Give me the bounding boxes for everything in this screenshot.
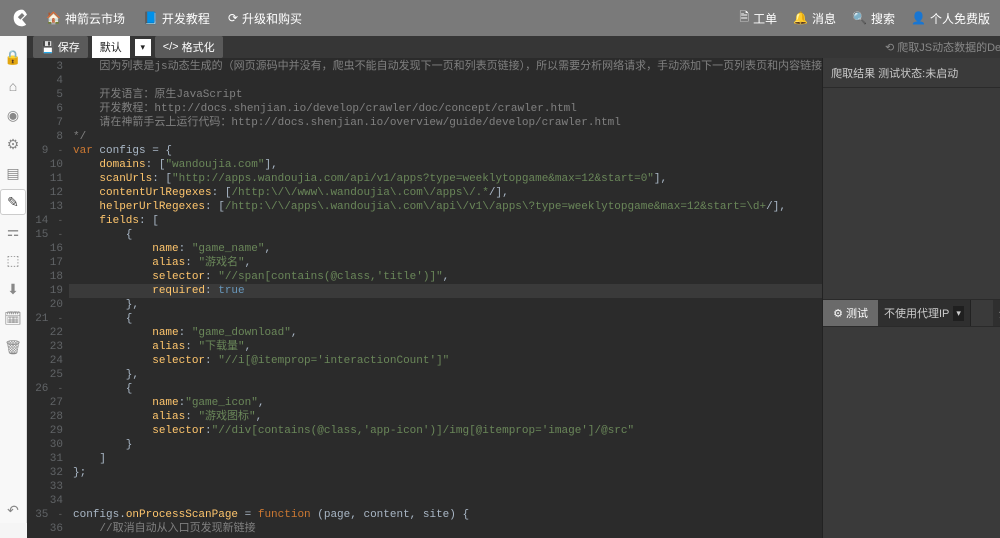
result-body: [823, 88, 1000, 299]
sidebar-edit-icon[interactable]: ✎: [0, 189, 26, 215]
top-nav: 🏠 神箭云市场 📘 开发教程 ⟳ 升级和购买: [46, 10, 739, 27]
right-panel: 爬取结果 测试状态: 未启动 ✿ 清空结果 ⚙ 测试 不使用代理IP▾ 全部▾ …: [822, 58, 1000, 538]
sidebar-dashboard-icon[interactable]: ◉: [0, 102, 26, 128]
line-gutter: 3456789 -1011121314 -15 -161718192021 -2…: [27, 58, 69, 538]
sidebar-delete-icon[interactable]: 🗑: [0, 334, 26, 360]
editor-toolbar: 💾 保存 默认 ▾ </> 格式化 ⟲ 爬取JS动态数据的Demo-豌豆荚排行榜: [27, 36, 1000, 58]
nav-workorder[interactable]: 🗎 工单: [739, 8, 777, 29]
left-sidebar: 🔒 ⌂ ◉ ⚙ ▤ ✎ ⚎ ⬚ ⬇ 🗓 🗑 ↶: [0, 36, 27, 523]
test-body: [823, 327, 1000, 538]
test-status-value: 未启动: [925, 65, 958, 81]
nav-search[interactable]: 🔍 搜索: [852, 8, 895, 29]
save-button[interactable]: 💾 保存: [33, 36, 88, 58]
sidebar-download-icon[interactable]: ⬇: [0, 276, 26, 302]
scope1-select[interactable]: 全部▾: [993, 300, 1000, 326]
code-lines[interactable]: 因为列表是js动态生成的（网页源码中并没有，爬虫不能自动发现下一页和列表页链接）…: [69, 58, 822, 538]
nav-message[interactable]: 🔔 消息: [793, 8, 836, 29]
sidebar-lock-icon[interactable]: 🔒: [0, 44, 26, 70]
result-header: 爬取结果 测试状态: 未启动 ✿ 清空结果: [823, 58, 1000, 88]
top-right: 🗎 工单 🔔 消息 🔍 搜索 👤 个人免费版: [739, 8, 990, 29]
default-dropdown[interactable]: ▾: [135, 39, 151, 56]
proxy-select[interactable]: 不使用代理IP▾: [878, 300, 971, 326]
sidebar-tag-icon[interactable]: ⬚: [0, 247, 26, 273]
breadcrumb: ⟲ 爬取JS动态数据的Demo-豌豆荚排行榜: [885, 39, 1000, 55]
format-button[interactable]: </> 格式化: [155, 36, 223, 58]
top-bar: 🏠 神箭云市场 📘 开发教程 ⟳ 升级和购买 🗎 工单 🔔 消息 🔍 搜索 👤 …: [0, 0, 1000, 36]
test-bar: ⚙ 测试 不使用代理IP▾ 全部▾ 全部▾: [823, 299, 1000, 327]
nav-upgrade[interactable]: ⟳ 升级和购买: [228, 10, 302, 27]
code-editor[interactable]: 3456789 -1011121314 -15 -161718192021 -2…: [27, 58, 822, 538]
sidebar-settings-icon[interactable]: ⚙: [0, 131, 26, 157]
default-button[interactable]: 默认: [92, 36, 130, 58]
sidebar-home-icon[interactable]: ⌂: [0, 73, 26, 99]
nav-account[interactable]: 👤 个人免费版: [911, 8, 990, 29]
result-label: 爬取结果: [831, 65, 875, 81]
test-status-label: 测试状态:: [878, 65, 925, 81]
sidebar-data-icon[interactable]: ▤: [0, 160, 26, 186]
nav-tutorial[interactable]: 📘 开发教程: [143, 10, 210, 27]
nav-market[interactable]: 🏠 神箭云市场: [46, 10, 125, 27]
test-button[interactable]: ⚙ 测试: [823, 300, 878, 326]
sidebar-calendar-icon[interactable]: 🗓: [0, 305, 26, 331]
app-logo: [10, 6, 34, 30]
sidebar-back-icon[interactable]: ↶: [0, 497, 26, 523]
sidebar-share-icon[interactable]: ⚎: [0, 218, 26, 244]
